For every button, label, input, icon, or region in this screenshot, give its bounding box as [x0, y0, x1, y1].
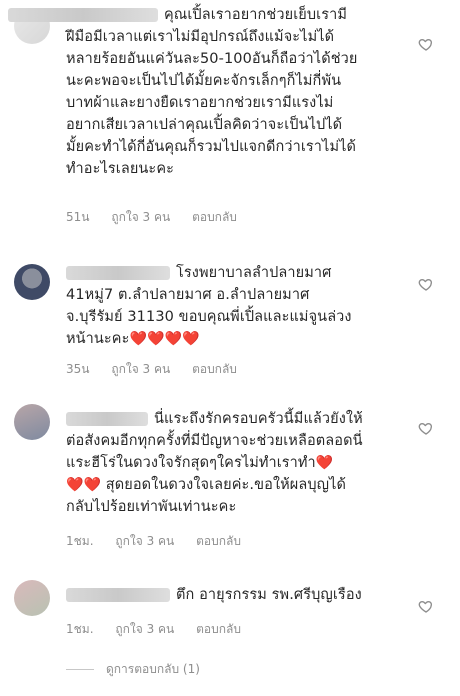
timestamp: 1ชม.: [66, 622, 94, 636]
comment-text: โรงพยาบาลลำปลายมาศ 41หมู่7 ต.ลำปลายมาศ อ…: [66, 265, 352, 347]
username-blurred[interactable]: [8, 8, 158, 22]
heart-emoji: ❤️: [315, 455, 334, 471]
heart-outline-icon[interactable]: [418, 598, 434, 614]
heart-emoji: ❤️❤️❤️❤️: [129, 331, 200, 347]
heart-outline-icon[interactable]: [418, 36, 434, 52]
timestamp: 35น: [66, 362, 90, 376]
timestamp: 51น: [66, 210, 90, 224]
avatar[interactable]: [14, 264, 50, 300]
heart-outline-icon[interactable]: [418, 276, 434, 292]
view-replies-button[interactable]: ดูการตอบกลับ (1): [66, 660, 200, 679]
heart-emoji: ❤️❤️: [66, 477, 102, 493]
comment-text: คุณเปิ้ลเราอยากช่วยเย็บเรามี ฝีมือมีเวลา…: [8, 4, 408, 180]
username-blurred[interactable]: [66, 588, 170, 602]
comment-text: ตึก อายุรกรรม รพ.ศรีบุญเรือง: [66, 584, 406, 606]
reply-divider: [66, 669, 94, 670]
likes-count[interactable]: ถูกใจ 3 คน: [115, 534, 174, 548]
likes-count[interactable]: ถูกใจ 3 คน: [111, 362, 170, 376]
username-blurred[interactable]: [66, 266, 170, 280]
reply-button[interactable]: ตอบกลับ: [196, 622, 241, 636]
comment-meta: 35น ถูกใจ 3 คน ตอบกลับ: [66, 360, 255, 379]
heart-outline-icon[interactable]: [418, 420, 434, 436]
comment-text: นี่แระถึงรักครอบครัวนี้มีแล้วยังให้ ต่อส…: [66, 411, 363, 515]
comment-meta: 1ชม. ถูกใจ 3 คน ตอบกลับ: [66, 532, 259, 551]
avatar[interactable]: [14, 404, 50, 440]
username-blurred[interactable]: [66, 412, 148, 426]
timestamp: 1ชม.: [66, 534, 94, 548]
comment-meta: 51น ถูกใจ 3 คน ตอบกลับ: [66, 208, 255, 227]
likes-count[interactable]: ถูกใจ 3 คน: [111, 210, 170, 224]
reply-button[interactable]: ตอบกลับ: [196, 534, 241, 548]
comment-meta: 1ชม. ถูกใจ 3 คน ตอบกลับ: [66, 620, 259, 639]
reply-button[interactable]: ตอบกลับ: [192, 210, 237, 224]
likes-count[interactable]: ถูกใจ 3 คน: [115, 622, 174, 636]
reply-button[interactable]: ตอบกลับ: [192, 362, 237, 376]
avatar[interactable]: [14, 580, 50, 616]
